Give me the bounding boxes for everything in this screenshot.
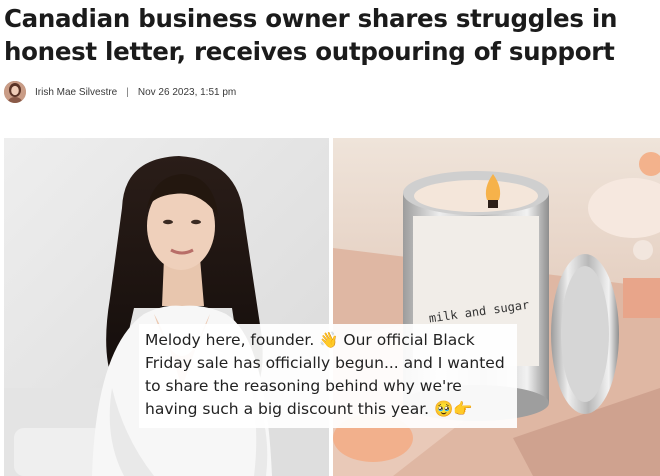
article-hero-image: milk and sugar Melody here, founder. 👋 O… bbox=[4, 138, 660, 476]
author-name[interactable]: Irish Mae Silvestre bbox=[35, 87, 117, 98]
publish-date: Nov 26 2023, 1:51 pm bbox=[137, 86, 237, 98]
caption-text: Melody here, founder. 👋 Our official Bla… bbox=[145, 331, 505, 418]
author-avatar[interactable] bbox=[4, 81, 26, 103]
article-byline: Irish Mae Silvestre | Nov 26 2023, 1:51 … bbox=[4, 79, 236, 105]
caption-overlay: Melody here, founder. 👋 Our official Bla… bbox=[139, 324, 517, 428]
article-headline: Canadian business owner shares struggles… bbox=[4, 4, 618, 66]
byline-separator: | bbox=[126, 86, 129, 98]
